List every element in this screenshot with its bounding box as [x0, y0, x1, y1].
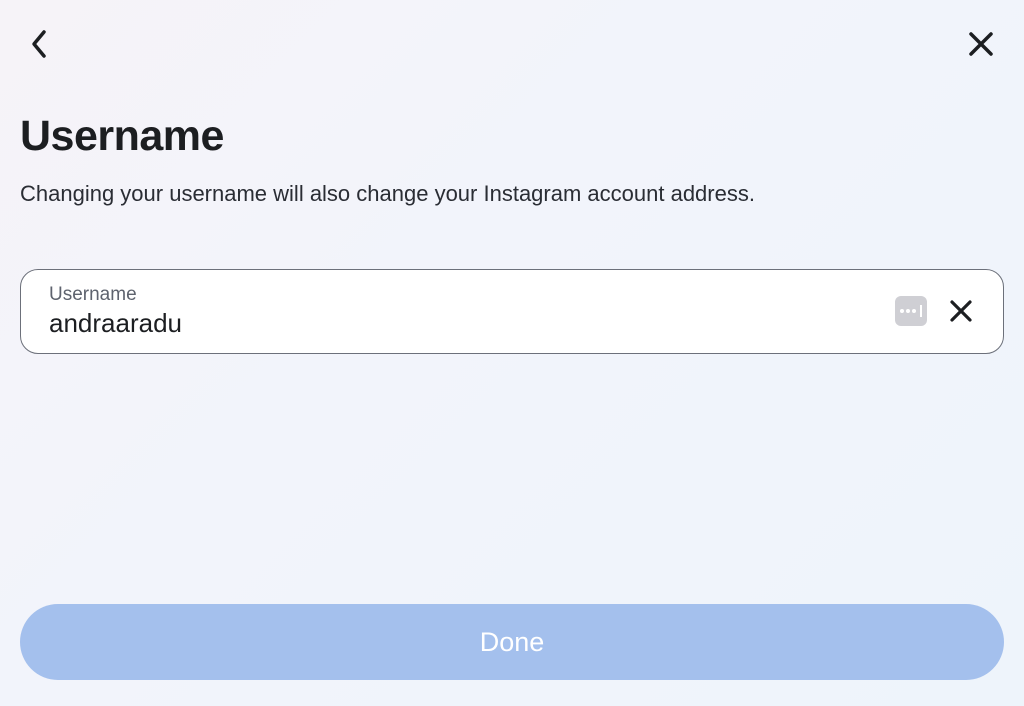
top-bar	[20, 24, 1004, 64]
password-manager-icon[interactable]	[895, 296, 927, 326]
page-title: Username	[20, 112, 1004, 161]
clear-input-button[interactable]	[943, 293, 979, 329]
close-button[interactable]	[962, 25, 1000, 63]
close-icon	[966, 29, 996, 59]
chevron-left-icon	[28, 28, 50, 60]
spacer	[20, 354, 1004, 604]
close-icon	[947, 297, 975, 325]
page-subtitle: Changing your username will also change …	[20, 179, 1004, 209]
username-field-inner: Username	[49, 284, 879, 339]
username-field-label: Username	[49, 284, 879, 306]
username-edit-screen: Username Changing your username will als…	[0, 0, 1024, 706]
username-field-container[interactable]: Username	[20, 269, 1004, 354]
username-input[interactable]	[49, 308, 879, 339]
done-button[interactable]: Done	[20, 604, 1004, 680]
back-button[interactable]	[24, 24, 54, 64]
